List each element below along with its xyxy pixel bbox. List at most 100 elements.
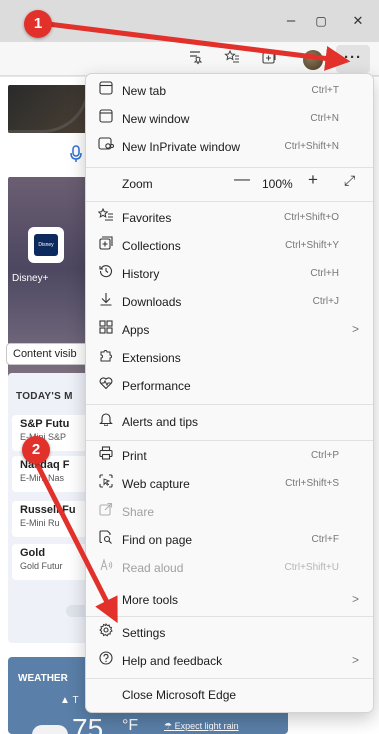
collections-icon[interactable] bbox=[258, 49, 280, 69]
menu-item-performance[interactable]: Performance bbox=[86, 372, 373, 400]
menu-item-new-window[interactable]: New window Ctrl+N bbox=[86, 105, 373, 133]
weather-title: WEATHER bbox=[18, 673, 68, 684]
menu-item-label: Performance bbox=[122, 379, 191, 393]
weather-temperature: 75 bbox=[72, 713, 104, 734]
zoom-out-button[interactable]: — bbox=[234, 171, 250, 189]
menu-item-more-tools[interactable]: More tools > bbox=[86, 586, 373, 614]
apps-icon bbox=[96, 320, 116, 340]
menu-item-print[interactable]: Print Ctrl+P bbox=[86, 442, 373, 470]
zoom-level: 100% bbox=[262, 177, 293, 191]
gear-icon bbox=[96, 622, 116, 643]
weather-location-text: T bbox=[72, 695, 79, 706]
market-name: S&P Futu bbox=[20, 418, 70, 430]
settings-and-more-button[interactable]: ··· bbox=[336, 45, 370, 73]
profile-avatar[interactable] bbox=[303, 50, 323, 70]
chevron-right-icon: > bbox=[351, 322, 359, 336]
menu-item-label: Read aloud bbox=[122, 561, 184, 575]
market-name: Gold bbox=[20, 547, 46, 559]
menu-item-extensions[interactable]: Extensions bbox=[86, 344, 373, 372]
minimize-button[interactable]: – bbox=[278, 8, 304, 34]
menu-item-close-microsoft-edge[interactable]: Close Microsoft Edge bbox=[86, 681, 373, 709]
disney-plus-label: Disney+ bbox=[12, 273, 49, 284]
markets-title: TODAY'S M bbox=[16, 391, 73, 402]
disney-logo: Disney bbox=[34, 234, 58, 256]
menu-item-web-capture[interactable]: Web capture Ctrl+Shift+S bbox=[86, 470, 373, 498]
menu-item-apps[interactable]: Apps > bbox=[86, 316, 373, 344]
menu-item-label: Favorites bbox=[122, 211, 172, 225]
help-icon bbox=[96, 651, 116, 671]
web-capture-icon bbox=[96, 474, 116, 494]
weather-unit: °F bbox=[122, 717, 139, 734]
content-visibility-button[interactable]: Content visib bbox=[6, 343, 90, 365]
menu-item-label: Print bbox=[122, 449, 147, 463]
menu-item-share: Share bbox=[86, 498, 373, 526]
menu-item-shortcut: Ctrl+J bbox=[312, 296, 339, 307]
zoom-label: Zoom bbox=[122, 177, 153, 191]
menu-divider bbox=[86, 201, 373, 202]
menu-item-shortcut: Ctrl+T bbox=[311, 85, 340, 96]
weather-alert-text: Expect light rain bbox=[174, 721, 239, 731]
menu-item-settings[interactable]: Settings bbox=[86, 619, 373, 647]
menu-item-label: Apps bbox=[122, 323, 150, 337]
menu-item-favorites[interactable]: Favorites Ctrl+Shift+O bbox=[86, 204, 373, 232]
menu-item-label: Extensions bbox=[122, 351, 181, 365]
menu-item-label: History bbox=[122, 267, 160, 281]
maximize-button[interactable]: ▢ bbox=[308, 8, 334, 34]
menu-item-find-on-page[interactable]: Find on page Ctrl+F bbox=[86, 526, 373, 554]
chevron-right-icon: > bbox=[351, 653, 359, 667]
market-subtitle: E-Mini Nas bbox=[20, 473, 65, 483]
menu-item-help-and-feedback[interactable]: Help and feedback > bbox=[86, 647, 373, 675]
menu-item-new-tab[interactable]: New tab Ctrl+T bbox=[86, 77, 373, 105]
menu-item-shortcut: Ctrl+N bbox=[310, 113, 339, 124]
market-name: Russell Fu bbox=[20, 504, 76, 516]
menu-item-downloads[interactable]: Downloads Ctrl+J bbox=[86, 288, 373, 316]
read-aloud-icon bbox=[96, 558, 116, 578]
menu-divider bbox=[86, 616, 373, 617]
step-badge-1: 1 bbox=[24, 10, 52, 38]
menu-item-label: Close Microsoft Edge bbox=[122, 688, 237, 702]
settings-and-more-menu: New tab Ctrl+T New window Ctrl+N New InP… bbox=[85, 73, 374, 713]
chevron-right-icon: > bbox=[351, 592, 359, 606]
menu-item-collections[interactable]: Collections Ctrl+Shift+Y bbox=[86, 232, 373, 260]
weather-alert-link[interactable]: ☂ Expect light rain bbox=[164, 721, 239, 732]
new-window-icon bbox=[96, 109, 116, 129]
zoom-in-button[interactable]: + bbox=[308, 170, 318, 190]
weather-location: ▲ T bbox=[60, 695, 79, 706]
collections-icon bbox=[96, 236, 116, 256]
menu-item-alerts-and-tips[interactable]: Alerts and tips bbox=[86, 408, 373, 436]
favorites-icon bbox=[96, 207, 116, 228]
menu-item-label: Find on page bbox=[122, 533, 193, 547]
downloads-icon bbox=[96, 292, 116, 312]
menu-item-shortcut: Ctrl+Shift+S bbox=[285, 478, 339, 489]
menu-item-label: New tab bbox=[122, 84, 167, 98]
menu-item-label: Settings bbox=[122, 626, 166, 640]
disney-plus-tile[interactable]: Disney bbox=[28, 227, 64, 263]
menu-item-history[interactable]: History Ctrl+H bbox=[86, 260, 373, 288]
menu-item-new-inprivate-window[interactable]: New InPrivate window Ctrl+Shift+N bbox=[86, 133, 373, 161]
fullscreen-button[interactable]: ⤢ bbox=[344, 172, 355, 189]
menu-divider bbox=[86, 167, 373, 168]
inprivate-icon bbox=[96, 137, 116, 157]
extensions-icon bbox=[96, 348, 116, 368]
microphone-icon[interactable] bbox=[70, 145, 82, 168]
close-window-button[interactable]: ✕ bbox=[345, 8, 371, 34]
menu-item-label: Collections bbox=[122, 239, 181, 253]
menu-item-label: Downloads bbox=[122, 295, 182, 309]
read-mode-icon[interactable] bbox=[184, 49, 206, 69]
menu-item-label: Alerts and tips bbox=[122, 415, 199, 429]
favorites-icon[interactable] bbox=[221, 49, 243, 69]
bell-icon bbox=[96, 412, 116, 432]
menu-item-label: Help and feedback bbox=[122, 654, 223, 668]
menu-item-label: New window bbox=[122, 112, 190, 126]
menu-item-label: New InPrivate window bbox=[122, 140, 241, 154]
quick-links-panel bbox=[8, 177, 88, 405]
cloud-icon bbox=[32, 725, 68, 734]
performance-icon bbox=[96, 376, 116, 396]
menu-item-shortcut: Ctrl+P bbox=[310, 450, 339, 461]
market-subtitle: E-Mini Ru bbox=[20, 518, 60, 528]
step-badge-2: 2 bbox=[22, 436, 50, 464]
menu-item-label: Share bbox=[122, 505, 155, 519]
menu-item-label: Web capture bbox=[122, 477, 190, 491]
menu-item-label: More tools bbox=[122, 593, 179, 607]
menu-divider bbox=[86, 440, 373, 441]
